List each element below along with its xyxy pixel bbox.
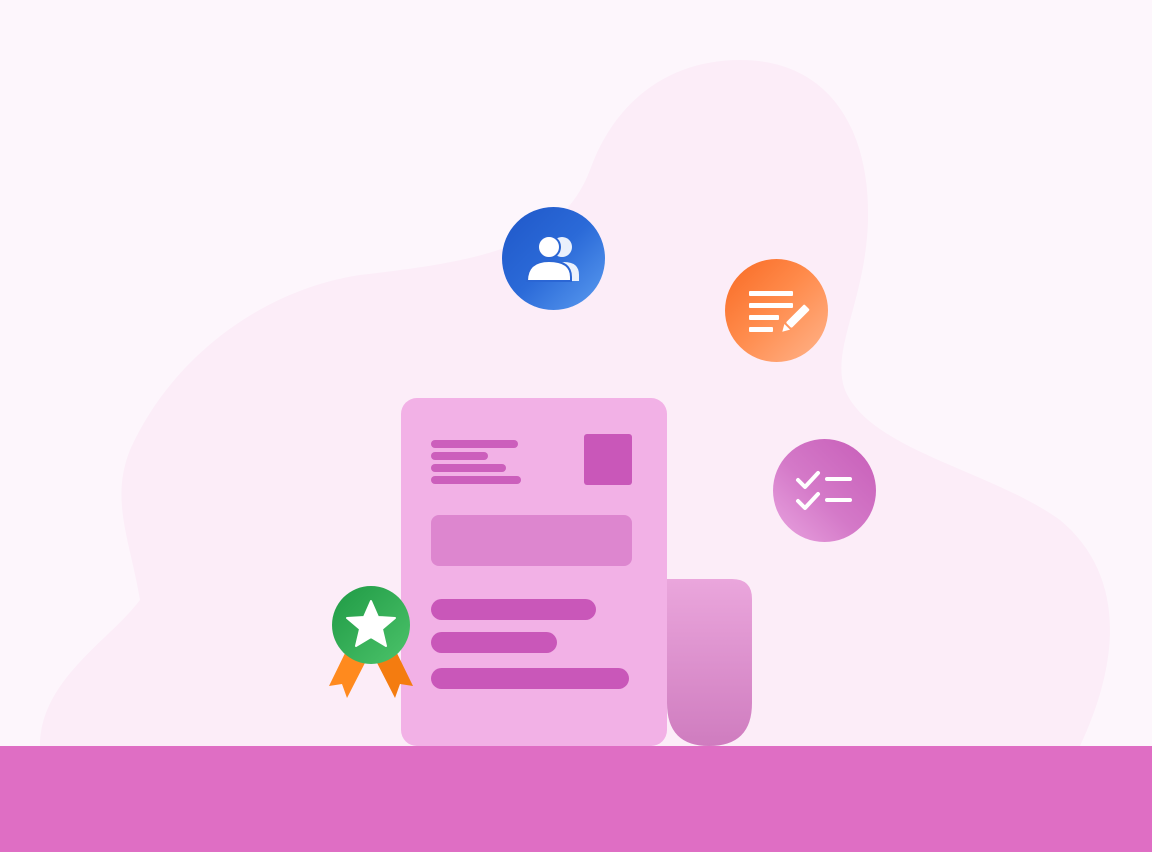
content-block: [431, 515, 632, 566]
checklist-bubble: [773, 439, 876, 542]
header-line: [431, 440, 518, 448]
content-line: [431, 632, 557, 653]
checklist-icon: [795, 470, 852, 510]
edit-bubble: [725, 259, 828, 362]
content-line: [431, 668, 629, 689]
header-line: [431, 476, 521, 484]
team-bubble: [502, 207, 605, 310]
photo-placeholder: [584, 434, 632, 485]
notes-pencil-icon: [748, 290, 809, 332]
header-line: [431, 452, 488, 460]
content-line: [431, 599, 596, 620]
document-illustration: [401, 398, 752, 746]
header-line: [431, 464, 506, 472]
star-medal-icon: [329, 586, 413, 698]
illustration-scene: [0, 0, 1152, 852]
users-icon: [525, 234, 579, 282]
